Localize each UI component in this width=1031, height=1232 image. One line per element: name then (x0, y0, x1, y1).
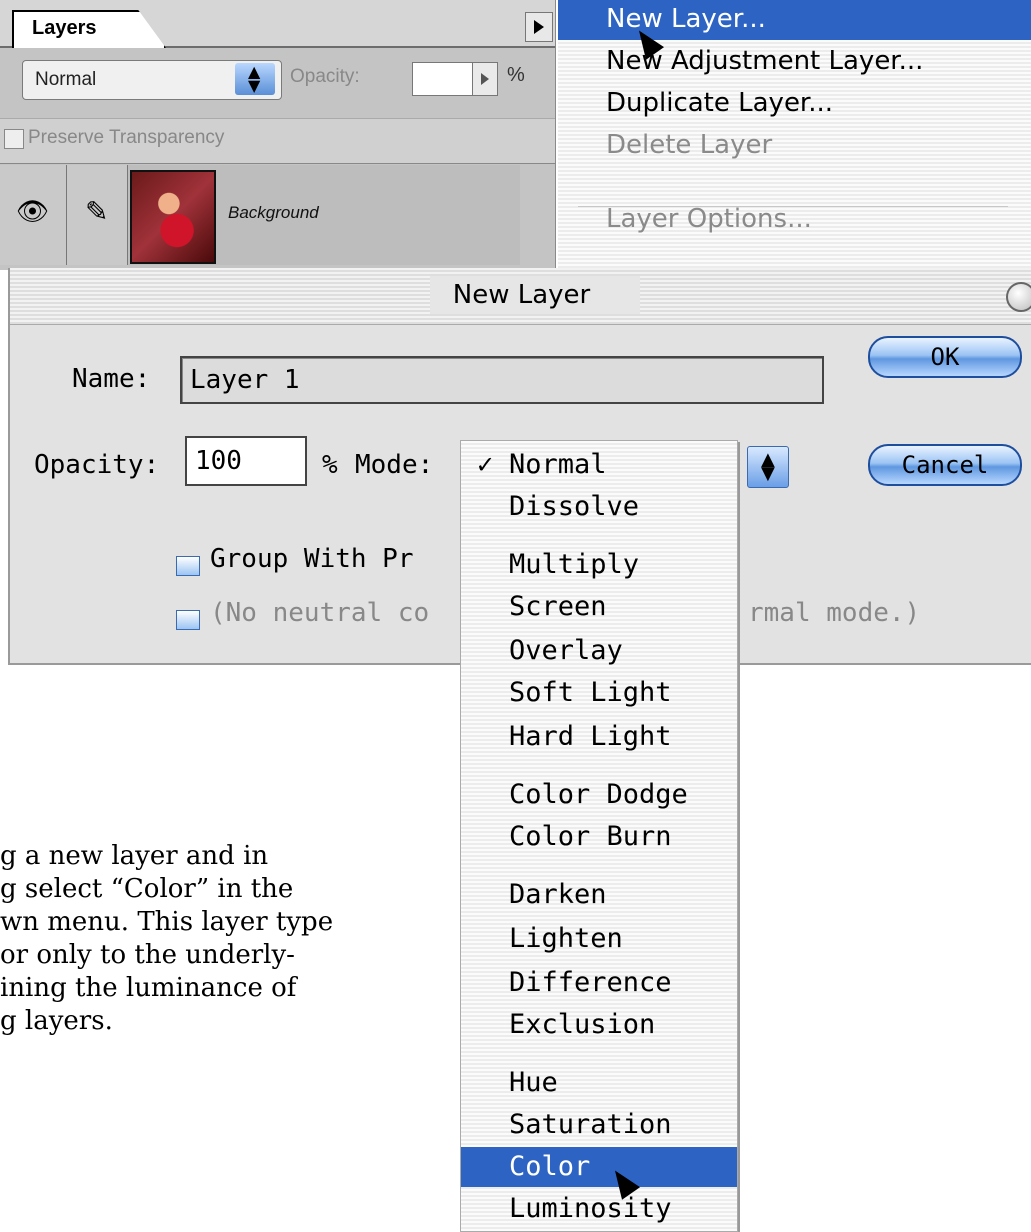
mode-item-label: Difference (509, 967, 672, 998)
percent-sign: % (322, 450, 338, 480)
body-line: wn menu. This layer type (0, 907, 334, 937)
ok-button[interactable]: OK (868, 336, 1022, 378)
name-label: Name: (72, 364, 151, 394)
name-input[interactable]: Layer 1 (180, 356, 824, 404)
mode-item-label: Dissolve (509, 491, 640, 522)
menu-item-delete-layer[interactable]: Delete Layer (558, 126, 1031, 166)
group-with-previous-checkbox[interactable] (176, 556, 200, 576)
mode-item-exclusion[interactable]: Exclusion (461, 1005, 737, 1045)
dialog-title: New Layer (452, 280, 591, 310)
mode-item-label: Screen (509, 591, 607, 622)
body-line: or only to the underly- (0, 940, 295, 970)
visibility-toggle[interactable]: 👁 (0, 165, 67, 265)
mode-item-label: Lighten (509, 923, 623, 954)
body-line: ining the luminance of (0, 973, 297, 1003)
brush-icon: ✎ (85, 195, 109, 228)
edit-lock-toggle[interactable]: ✎ (67, 165, 128, 265)
opacity-value: 100 (195, 446, 242, 476)
menu-item-label: Delete Layer (606, 130, 773, 160)
checkmark-icon: ✓ (477, 449, 494, 480)
body-paragraph: g a new layer and in g select “Color” in… (0, 840, 455, 1038)
opacity-label: Opacity: (34, 450, 160, 480)
palette-menu: New Layer... New Adjustment Layer... Dup… (558, 0, 1031, 272)
menu-item-label: Layer Options... (606, 204, 812, 234)
blend-mode-arrows-icon[interactable]: ▲ ▼ (235, 63, 275, 95)
neutral-color-label-tail: rmal mode.) (748, 598, 921, 628)
preserve-transparency-checkbox[interactable] (4, 129, 24, 149)
preserve-transparency-row: Preserve Transparency (0, 118, 555, 164)
blend-mode-value: Normal (35, 69, 97, 90)
body-line: g a new layer and in (0, 841, 269, 871)
layers-palette: Layers Normal ▲ ▼ Opacity: % Preserve Tra… (0, 0, 556, 270)
cancel-button[interactable]: Cancel (868, 444, 1022, 486)
mode-dropdown-menu: ✓ Normal Dissolve Multiply Screen Overlay… (460, 440, 738, 1232)
mode-item-soft-light[interactable]: Soft Light (461, 673, 737, 713)
name-value: Layer 1 (190, 365, 300, 395)
mode-item-darken[interactable]: Darken (461, 875, 737, 915)
mode-item-saturation[interactable]: Saturation (461, 1105, 737, 1145)
cancel-label: Cancel (901, 451, 989, 479)
mode-label: Mode: (355, 450, 434, 480)
layer-row-background[interactable]: 👁 ✎ Background (0, 165, 520, 265)
mode-item-lighten[interactable]: Lighten (461, 919, 737, 959)
mode-item-label: Soft Light (509, 677, 672, 708)
mode-item-dissolve[interactable]: Dissolve (461, 487, 737, 527)
menu-item-duplicate-layer[interactable]: Duplicate Layer... (558, 84, 1031, 124)
palette-menu-arrow-icon[interactable] (525, 12, 553, 42)
mode-item-normal[interactable]: ✓ Normal (461, 445, 737, 485)
mode-item-color-burn[interactable]: Color Burn (461, 817, 737, 857)
layer-name: Background (228, 203, 319, 222)
neutral-color-label: (No neutral co (210, 598, 430, 628)
mode-item-label: Hue (509, 1067, 558, 1098)
blend-mode-select[interactable]: Normal ▲ ▼ (22, 60, 282, 100)
menu-item-new-adjustment-layer[interactable]: New Adjustment Layer... (558, 42, 1031, 82)
dialog-title-bar[interactable]: New Layer (10, 268, 1031, 325)
mode-item-screen[interactable]: Screen (461, 587, 737, 627)
group-with-previous-label: Group With Pr (210, 544, 414, 574)
mode-item-label: Saturation (509, 1109, 672, 1140)
mode-item-hard-light[interactable]: Hard Light (461, 717, 737, 757)
mode-item-luminosity[interactable]: Luminosity (461, 1189, 737, 1229)
mode-item-label: Color Dodge (509, 779, 688, 810)
opacity-slider-arrow-icon[interactable] (472, 62, 498, 96)
menu-item-label: Duplicate Layer... (606, 88, 834, 118)
mode-popup-arrows-icon[interactable]: ▲ ▼ (747, 446, 789, 488)
mode-item-label: Luminosity (509, 1193, 672, 1224)
eye-icon: 👁 (16, 197, 50, 227)
preserve-transparency-label: Preserve Transparency (28, 127, 225, 148)
palette-opacity-input[interactable] (412, 62, 474, 96)
mode-item-overlay[interactable]: Overlay (461, 631, 737, 671)
body-line: g select “Color” in the (0, 874, 294, 904)
ok-label: OK (930, 343, 960, 371)
mode-item-color[interactable]: Color (461, 1147, 737, 1187)
mode-item-hue[interactable]: Hue (461, 1063, 737, 1103)
menu-item-new-layer[interactable]: New Layer... (558, 0, 1031, 40)
collapse-icon[interactable] (1006, 282, 1031, 312)
opacity-input[interactable]: 100 (185, 436, 307, 486)
mode-item-label: Hard Light (509, 721, 672, 752)
mode-item-label: Multiply (509, 549, 640, 580)
mode-item-color-dodge[interactable]: Color Dodge (461, 775, 737, 815)
palette-opacity-label: Opacity: (290, 66, 360, 87)
mode-popup-edge (738, 498, 740, 658)
mode-item-label: Normal (509, 449, 607, 480)
mode-item-label: Color Burn (509, 821, 672, 852)
mode-item-label: Color (509, 1151, 591, 1182)
neutral-color-checkbox[interactable] (176, 610, 200, 630)
mode-item-label: Darken (509, 879, 607, 910)
menu-item-layer-options[interactable]: Layer Options... (558, 200, 1031, 240)
mode-item-difference[interactable]: Difference (461, 963, 737, 1003)
palette-percent-sign: % (507, 64, 525, 86)
mode-item-multiply[interactable]: Multiply (461, 545, 737, 585)
body-line: g layers. (0, 1006, 113, 1036)
menu-item-label: New Layer... (606, 4, 766, 34)
layer-thumbnail (130, 170, 216, 264)
mode-item-label: Exclusion (509, 1009, 656, 1040)
tab-layers-label: Layers (32, 17, 97, 39)
mode-item-label: Overlay (509, 635, 623, 666)
